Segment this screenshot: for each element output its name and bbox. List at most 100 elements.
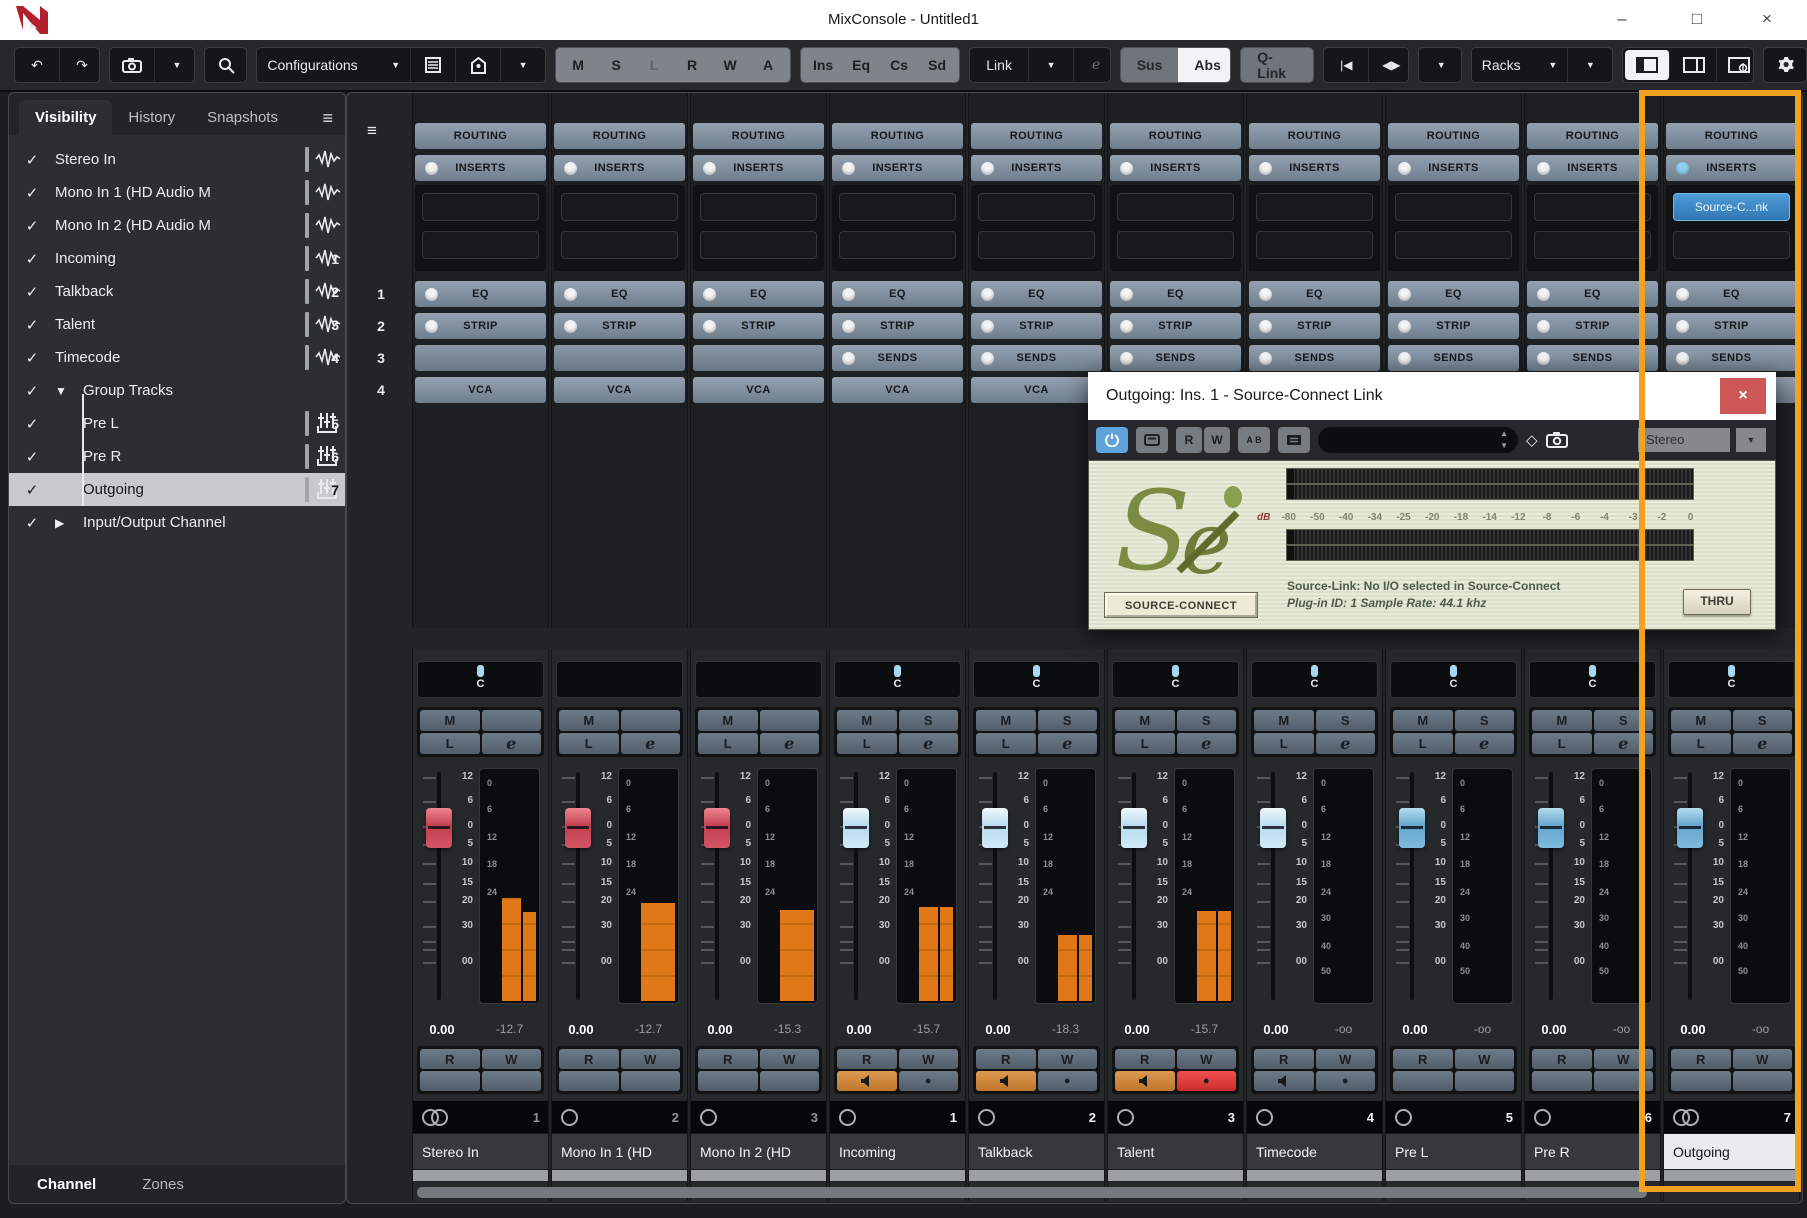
inserts-header[interactable]: INSERTS <box>415 155 546 181</box>
insert-slot[interactable] <box>561 231 678 259</box>
listen-all-button[interactable]: L <box>636 57 672 73</box>
expand-channels-icon[interactable]: ◀▶ <box>1369 48 1409 82</box>
plugin-close-button[interactable]: × <box>1720 378 1766 414</box>
routing-header[interactable]: ROUTING <box>1388 123 1519 149</box>
sends-header[interactable] <box>415 345 546 371</box>
listen-button[interactable]: L <box>976 733 1036 754</box>
rack-settings-menu-icon[interactable]: ≡ <box>367 121 377 141</box>
edit-channel-button[interactable]: e <box>899 733 959 754</box>
sends-header[interactable]: SENDS <box>1666 345 1797 371</box>
mute-button[interactable]: M <box>698 710 758 731</box>
edit-channel-button[interactable]: e <box>1594 733 1654 754</box>
track-row-pre-l[interactable]: ✓Pre L5 <box>9 407 345 440</box>
fader-handle[interactable] <box>1260 808 1286 848</box>
blank-button[interactable] <box>1733 1071 1793 1091</box>
column-divider-handle[interactable] <box>305 213 309 238</box>
inserts-rack-toggle[interactable]: Ins <box>805 57 841 73</box>
settings-gear-icon[interactable] <box>1764 48 1807 82</box>
eq-header[interactable]: EQ <box>693 281 824 307</box>
snapshot-options-dropdown[interactable]: ▼ <box>155 48 195 82</box>
expand-arrow-icon[interactable]: ▼ <box>55 384 77 398</box>
sends-header[interactable]: SENDS <box>1249 345 1380 371</box>
pan-control[interactable]: C <box>1112 661 1239 698</box>
monitor-button[interactable] <box>1115 1071 1175 1091</box>
close-button[interactable]: × <box>1732 0 1802 40</box>
link-button[interactable]: Link <box>970 48 1029 82</box>
channel-color-strip[interactable] <box>1525 1169 1660 1181</box>
plugin-snapshot-camera-icon[interactable] <box>1546 432 1568 448</box>
write-automation-button[interactable]: W <box>482 1049 542 1069</box>
routing-header[interactable]: ROUTING <box>1110 123 1241 149</box>
maximize-button[interactable]: □ <box>1662 0 1732 40</box>
strip-header[interactable]: STRIP <box>554 313 685 339</box>
horizontal-scrollbar[interactable] <box>417 1187 1647 1198</box>
track-visible-checkmark[interactable]: ✓ <box>9 217 55 235</box>
column-divider-handle[interactable] <box>305 279 309 304</box>
plugin-activate-button[interactable] <box>1096 427 1128 453</box>
insert-slot[interactable] <box>1395 193 1512 221</box>
write-automation-button[interactable]: W <box>1455 1049 1515 1069</box>
routing-header[interactable]: ROUTING <box>1666 123 1797 149</box>
read-automation-button[interactable]: R <box>1254 1049 1314 1069</box>
sends-header[interactable]: SENDS <box>1110 345 1241 371</box>
channel-color-strip[interactable] <box>691 1169 826 1181</box>
channel-name[interactable]: Talent <box>1108 1133 1243 1169</box>
plugin-ab-compare-button[interactable]: A B <box>1238 427 1270 453</box>
blank-button[interactable] <box>1455 1071 1515 1091</box>
edit-channel-button[interactable]: e <box>1177 733 1237 754</box>
column-divider-handle[interactable] <box>305 312 309 337</box>
record-enable-button[interactable]: ● <box>1316 1071 1376 1091</box>
eq-header[interactable]: EQ <box>832 281 963 307</box>
pan-control[interactable]: C <box>1390 661 1517 698</box>
write-automation-button[interactable]: W <box>1316 1049 1376 1069</box>
sends-header[interactable] <box>554 345 685 371</box>
edit-channel-button[interactable]: e <box>1733 733 1793 754</box>
blank-button[interactable] <box>1532 1071 1592 1091</box>
strip-header[interactable]: STRIP <box>1666 313 1797 339</box>
plugin-channel-config-dropdown[interactable]: ▼ <box>1736 428 1766 452</box>
pan-control[interactable]: C <box>1529 661 1656 698</box>
sends-header[interactable]: SENDS <box>1388 345 1519 371</box>
plugin-preset-diamond-icon[interactable]: ◇ <box>1526 431 1538 449</box>
fader-handle[interactable] <box>1677 808 1703 848</box>
fader-handle[interactable] <box>1399 808 1425 848</box>
racks-dropdown[interactable]: Racks▼ <box>1472 48 1569 82</box>
setup-window-layout-button[interactable] <box>1717 48 1754 82</box>
configurations-dropdown[interactable]: Configurations▼ <box>257 48 411 82</box>
link-sus-button[interactable]: Sus <box>1121 48 1179 82</box>
channel-name[interactable]: Pre L <box>1386 1133 1521 1169</box>
mute-button[interactable]: M <box>420 710 480 731</box>
solo-button[interactable]: S <box>1733 710 1793 731</box>
undo-button[interactable]: ↶ <box>15 48 60 82</box>
edit-channel-button[interactable]: e <box>1316 733 1376 754</box>
inserts-header[interactable]: INSERTS <box>554 155 685 181</box>
blank-button[interactable] <box>698 1071 758 1091</box>
inserts-header[interactable]: INSERTS <box>832 155 963 181</box>
record-enable-button[interactable]: ● <box>899 1071 959 1091</box>
mute-button[interactable]: M <box>837 710 897 731</box>
strip-header[interactable]: STRIP <box>1110 313 1241 339</box>
read-automation-button[interactable]: R <box>1671 1049 1731 1069</box>
eq-header[interactable]: EQ <box>1249 281 1380 307</box>
fader-handle[interactable] <box>426 808 452 848</box>
blank-button[interactable] <box>482 1071 542 1091</box>
routing-header[interactable]: ROUTING <box>971 123 1102 149</box>
insert-slot[interactable] <box>839 231 956 259</box>
mute-button[interactable]: M <box>1532 710 1592 731</box>
blank-button[interactable] <box>1594 1071 1654 1091</box>
inserts-header[interactable]: INSERTS <box>1527 155 1658 181</box>
pan-control[interactable]: C <box>1251 661 1378 698</box>
insert-slot[interactable] <box>700 193 817 221</box>
minimize-button[interactable]: – <box>1587 0 1657 40</box>
insert-slot[interactable] <box>700 231 817 259</box>
listen-button[interactable]: L <box>1532 733 1592 754</box>
track-row-mono-in-2-hd-audio-m[interactable]: ✓Mono In 2 (HD Audio M <box>9 209 345 242</box>
qlink-button[interactable]: Q-Link <box>1241 48 1313 82</box>
column-divider-handle[interactable] <box>305 147 309 172</box>
channel-name[interactable]: Incoming <box>830 1133 965 1169</box>
mute-button[interactable]: M <box>1393 710 1453 731</box>
listen-button[interactable]: L <box>1254 733 1314 754</box>
agents-dropdown[interactable]: ▼ <box>501 48 545 82</box>
eq-header[interactable]: EQ <box>1388 281 1519 307</box>
inserts-header[interactable]: INSERTS <box>971 155 1102 181</box>
